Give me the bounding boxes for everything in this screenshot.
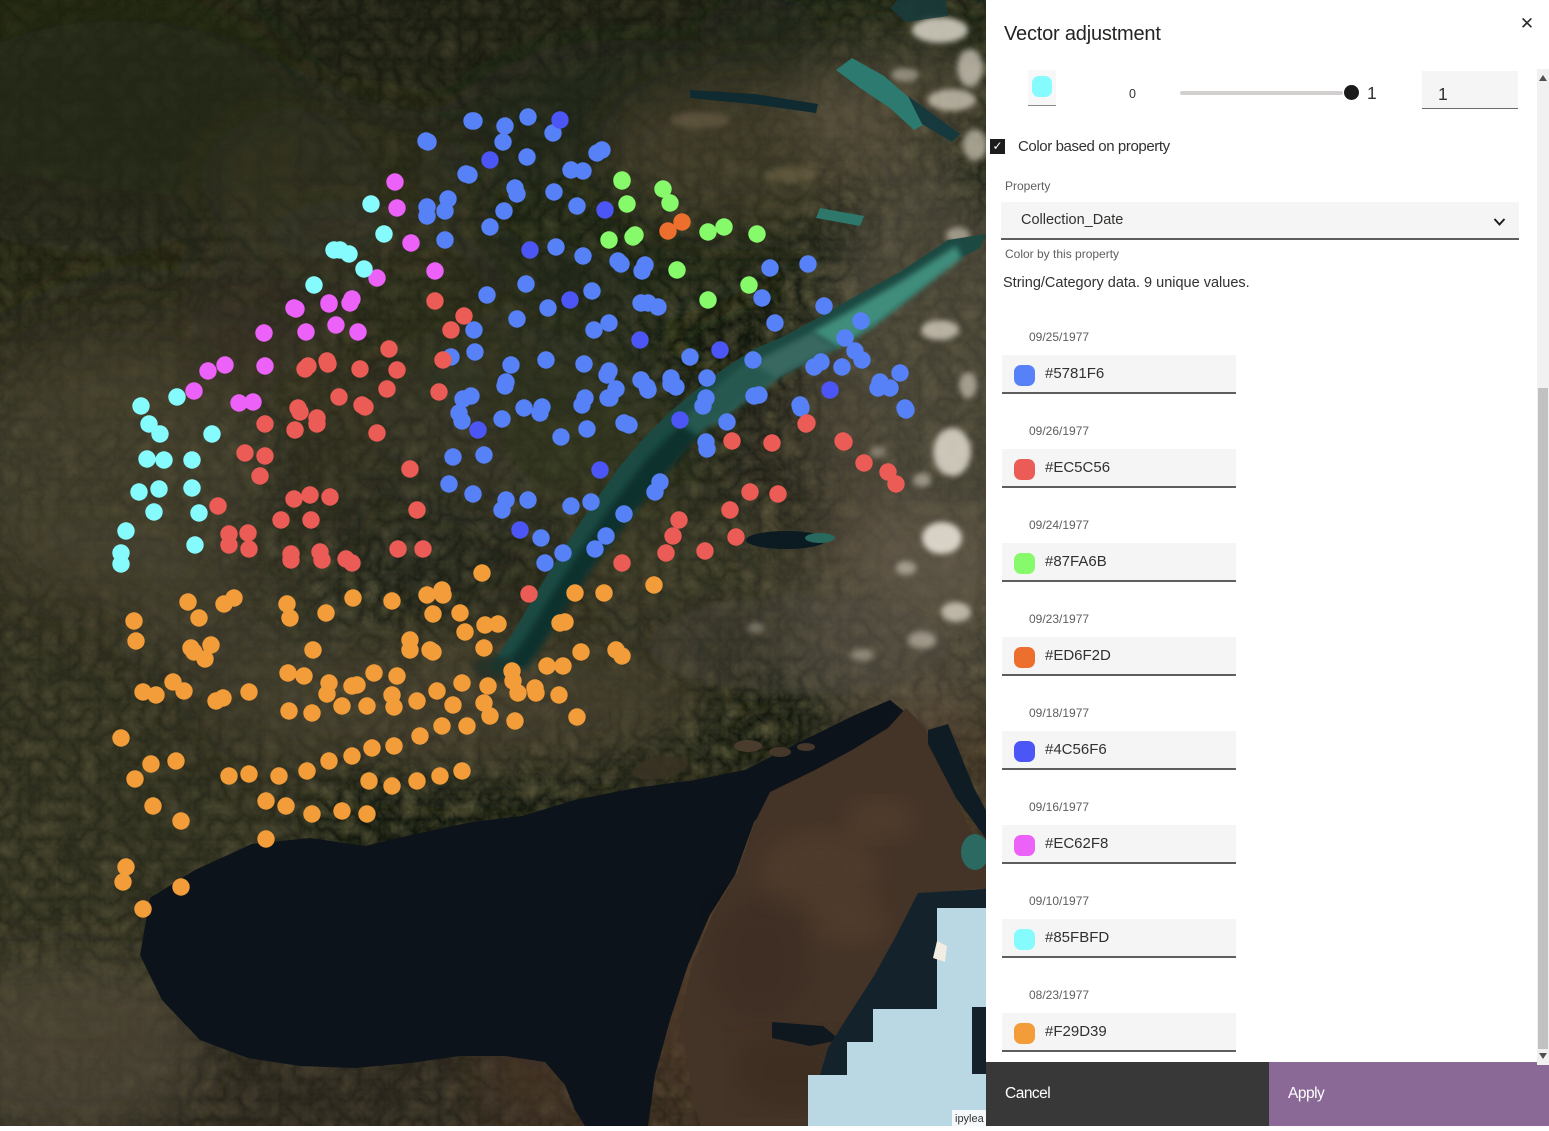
svg-text:ipylea: ipylea: [955, 1113, 985, 1125]
